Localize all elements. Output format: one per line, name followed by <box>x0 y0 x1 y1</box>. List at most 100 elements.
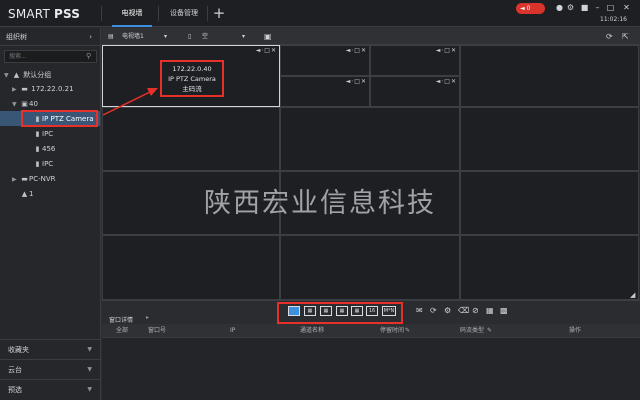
section-preset[interactable]: 预选 ▼ <box>0 379 100 400</box>
video-wall-grid[interactable]: ◄⋅□✕ 172.22.0.40 IP PTZ Camera 主码流 ◄⋅□✕ … <box>102 45 639 300</box>
delete-icon[interactable]: ⌫ <box>458 306 469 315</box>
mode-icon: ▯ <box>188 33 192 40</box>
tree-item-device-172[interactable]: ▶ ▬ 172.22.0.21 <box>12 82 74 96</box>
layout-highlight-box <box>277 302 403 324</box>
caret-right-icon[interactable]: ▶ <box>12 83 20 97</box>
cell-camera-name: IP PTZ Camera <box>168 75 216 83</box>
cell-controls-icon[interactable]: ◄⋅□✕ <box>436 47 457 54</box>
refresh-settings-icon[interactable]: ⟳ <box>606 28 613 45</box>
app-logo: SMART PSS <box>8 7 81 21</box>
caret-down-icon[interactable]: ▼ <box>4 69 12 83</box>
grid-icon[interactable]: ▩ <box>500 306 508 315</box>
message-icon[interactable]: ✉ <box>416 306 423 315</box>
column-all[interactable]: 全部 <box>116 324 128 338</box>
chevron-right-icon[interactable]: › <box>89 28 92 46</box>
video-cell[interactable] <box>280 235 460 300</box>
video-cell[interactable]: ◄⋅□✕ <box>280 45 370 76</box>
folder-icon: ▣ <box>21 100 28 108</box>
mode-select[interactable]: 空 <box>202 28 208 45</box>
chevron-down-icon[interactable]: ▾ <box>164 28 167 45</box>
alarm-count: 0 <box>526 5 531 12</box>
column-stream-type: 码流类型 <box>460 327 485 334</box>
video-cell[interactable]: ◄⋅□✕ <box>370 45 460 76</box>
minimize-icon[interactable]: – <box>593 3 602 13</box>
video-cell[interactable] <box>102 235 280 300</box>
window-details-table-header: 全部 窗口号 IP 通道名称 停留时间 ✎ 码流类型 ✎ 操作 <box>102 324 640 338</box>
video-wall-select[interactable]: 电视墙1 <box>122 28 144 45</box>
close-icon[interactable]: ✕ <box>622 3 631 13</box>
section-ptz[interactable]: 云台 ▼ <box>0 359 100 379</box>
camera-info-box: 172.22.0.40 IP PTZ Camera 主码流 <box>160 60 224 97</box>
cell-stream-type: 主码流 <box>182 85 202 93</box>
column-ip: IP <box>230 327 236 334</box>
gear-icon[interactable]: ⚙ <box>566 3 575 13</box>
camera-icon: ▮ <box>35 130 40 138</box>
video-cell[interactable]: ◄⋅□✕ <box>370 76 460 107</box>
pencil-icon[interactable]: ✎ <box>405 324 410 338</box>
column-dwell-time: 停留时间 <box>380 327 405 334</box>
video-cell[interactable] <box>460 45 639 107</box>
group-icon: ▲ <box>21 190 28 198</box>
cell-controls-icon[interactable]: ◄⋅□✕ <box>346 47 367 54</box>
camera-icon: ▮ <box>35 145 40 153</box>
column-channel-name: 通道名称 <box>300 327 325 334</box>
tree-item-group-1[interactable]: ▲ 1 <box>20 187 34 201</box>
section-favorites[interactable]: 收藏夹 ▼ <box>0 339 100 359</box>
export-icon[interactable]: ⇱ <box>622 28 629 45</box>
caret-down-icon[interactable]: ▼ <box>87 360 92 380</box>
column-operation: 操作 <box>569 327 582 334</box>
cell-camera-ip: 172.22.0.40 <box>172 65 212 73</box>
add-tab-button[interactable]: + <box>211 4 227 22</box>
nvr-icon: ▬ <box>21 175 28 183</box>
camera-icon: ▮ <box>35 160 40 168</box>
video-cell[interactable]: ◄⋅□✕ <box>280 76 370 107</box>
video-cell[interactable] <box>460 235 639 300</box>
tab-window-details[interactable]: 窗口详情 <box>109 315 133 324</box>
video-cell[interactable] <box>102 107 280 171</box>
tree-item-pc-nvr[interactable]: ▶ ▬PC-NVR <box>12 172 56 186</box>
tree-item-device-40[interactable]: ▼ ▣40 <box>12 97 38 111</box>
nvr-icon: ▬ <box>21 85 28 93</box>
split-icon[interactable]: ▦ <box>486 306 494 315</box>
group-icon: ▲ <box>13 71 20 79</box>
caret-right-icon[interactable]: ▶ <box>12 173 20 187</box>
caret-down-icon[interactable]: ▼ <box>12 98 20 112</box>
search-icon[interactable]: ⚲ <box>86 52 91 60</box>
maximize-icon[interactable]: □ <box>606 3 615 13</box>
chevron-right-icon[interactable]: ▸ <box>146 314 149 321</box>
video-wall-toolbar: ▤ 电视墙1 ▾ ▯ 空 ▾ ▣ ⟳ ⇱ <box>102 28 640 45</box>
lock-icon[interactable]: ■ <box>580 3 589 13</box>
clock: 11:02:16 <box>600 16 627 23</box>
save-icon[interactable]: ▣ <box>264 28 272 45</box>
resize-handle-icon[interactable]: ◢ <box>630 291 635 299</box>
tree-item-ipc[interactable]: ▮ IPC <box>33 127 54 141</box>
chevron-down-icon[interactable]: ▾ <box>242 28 245 45</box>
video-wall-icon: ▤ <box>108 33 114 40</box>
video-cell[interactable] <box>460 171 639 235</box>
organization-tree-title: 组织树 <box>6 33 27 41</box>
pencil-icon[interactable]: ✎ <box>487 324 492 338</box>
tab-separator <box>207 6 208 21</box>
tree-item-ipc-2[interactable]: ▮ IPC <box>33 157 54 171</box>
cell-controls-icon[interactable]: ◄⋅□✕ <box>436 78 457 85</box>
user-icon[interactable]: ● <box>555 3 564 13</box>
caret-down-icon[interactable]: ▼ <box>87 380 92 400</box>
cell-controls-icon[interactable]: ◄⋅□✕ <box>346 78 367 85</box>
tab-video-wall[interactable]: 电视墙 <box>112 0 152 27</box>
tree-item-default-group[interactable]: ▼ ▲ 默认分组 <box>4 68 51 82</box>
video-cell[interactable] <box>280 107 460 171</box>
camera-highlight-box <box>21 110 98 127</box>
video-cell[interactable] <box>460 107 639 171</box>
organization-tree-header[interactable]: 组织树 › <box>0 28 100 46</box>
stop-icon[interactable]: ⊘ <box>472 306 479 315</box>
caret-down-icon[interactable]: ▼ <box>87 340 92 360</box>
tab-device-manager[interactable]: 设备管理 <box>162 0 206 27</box>
tree-item-456[interactable]: ▮ 456 <box>33 142 56 156</box>
cell-controls-icon[interactable]: ◄⋅□✕ <box>256 47 277 54</box>
settings-icon[interactable]: ⚙ <box>444 306 451 315</box>
title-bar: SMART PSS 电视墙 设备管理 + ◄ 0 ● ⚙ ■ – □ ✕ 11:… <box>0 0 640 27</box>
alarm-badge[interactable]: ◄ 0 <box>516 3 545 14</box>
refresh-icon[interactable]: ⟳ <box>430 306 437 315</box>
video-cell[interactable]: ◄⋅□✕ 172.22.0.40 IP PTZ Camera 主码流 <box>102 45 280 107</box>
device-search-input[interactable] <box>4 50 97 63</box>
